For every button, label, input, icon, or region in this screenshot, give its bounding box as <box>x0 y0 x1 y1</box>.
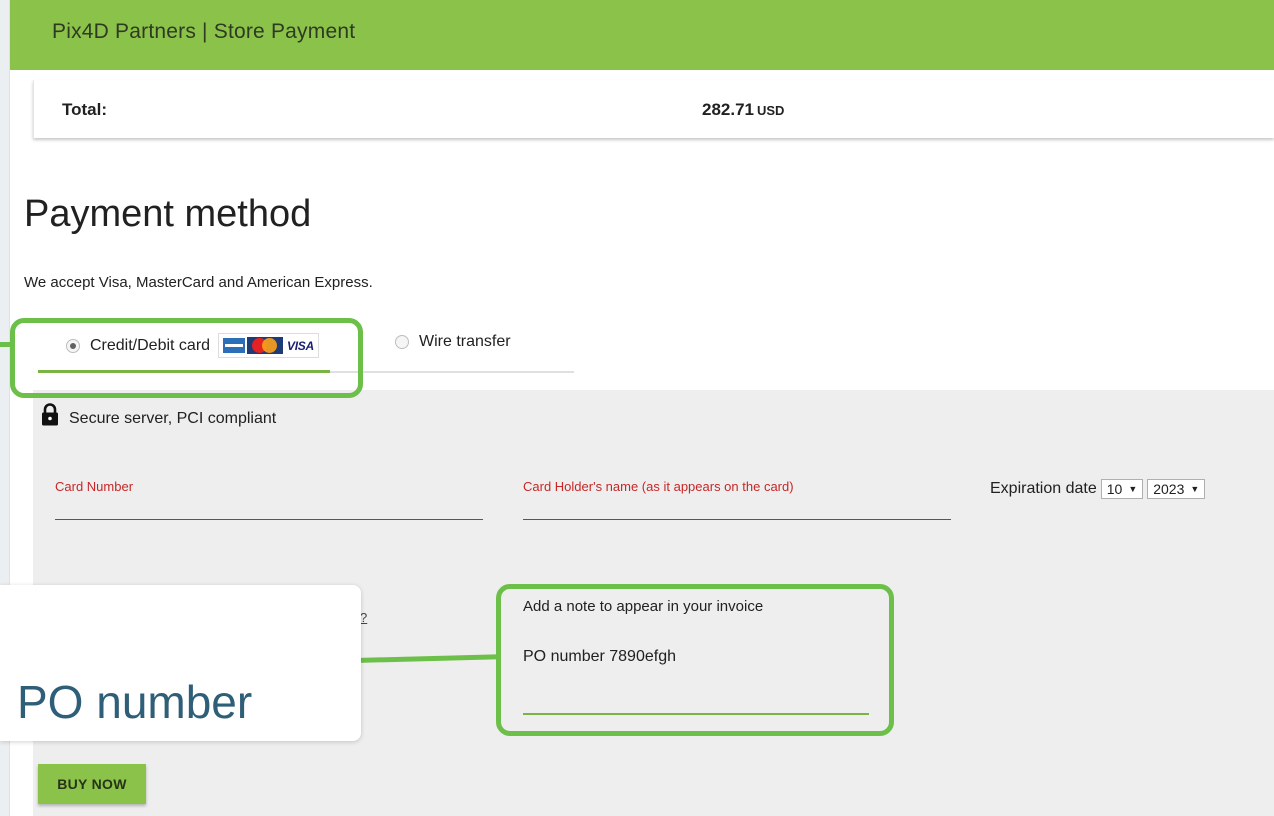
tab-active-indicator <box>38 370 330 373</box>
mastercard-logo-icon <box>247 337 284 354</box>
total-currency: USD <box>757 103 785 118</box>
expiration-month-value: 10 <box>1106 481 1123 497</box>
expiration-month-select[interactable]: 10 ▼ <box>1100 479 1144 499</box>
total-value: 282.71 <box>702 100 754 119</box>
tab-credit-debit-card[interactable]: Credit/Debit card VISA <box>66 333 319 358</box>
card-holder-input[interactable] <box>523 519 951 520</box>
dropdown-arrow-icon: ▼ <box>1190 484 1200 494</box>
total-label: Total: <box>62 100 108 119</box>
tab-credit-debit-card-label: Credit/Debit card <box>90 336 211 354</box>
card-number-label: Card Number <box>55 479 134 494</box>
invoice-note-label: Add a note to appear in your invoice <box>523 598 764 615</box>
card-number-input[interactable] <box>55 519 483 520</box>
card-logos: VISA <box>218 333 319 358</box>
credit-card-radio[interactable] <box>66 338 80 353</box>
expiration-year-select[interactable]: 2023 ▼ <box>1147 479 1206 499</box>
invoice-note-input[interactable]: PO number 7890efgh <box>523 648 676 666</box>
expiration-date: Expiration date 10 ▼ 2023 ▼ <box>990 479 1206 499</box>
page-title: Pix4D Partners | Store Payment <box>52 20 356 43</box>
tab-wire-transfer-label: Wire transfer <box>419 333 511 350</box>
amex-logo-icon <box>223 338 246 353</box>
invoice-note-underline <box>523 713 869 715</box>
payment-method-heading: Payment method <box>24 193 312 235</box>
po-number-callout: PO number <box>0 585 361 741</box>
page-header: Pix4D Partners | Store Payment <box>10 0 1274 70</box>
cvv-help-link[interactable]: ? <box>360 610 367 625</box>
wire-transfer-radio[interactable] <box>395 335 409 349</box>
payment-tabs: Credit/Debit card VISA Wire transfer <box>38 320 574 374</box>
secure-server-text: Secure server, PCI compliant <box>69 410 277 427</box>
visa-logo: VISA <box>287 338 314 353</box>
lock-icon <box>42 403 58 426</box>
tab-wire-transfer[interactable]: Wire transfer <box>395 333 511 351</box>
expiration-year-value: 2023 <box>1153 481 1185 497</box>
order-total-card: Total: 282.71 USD <box>33 80 1274 138</box>
dropdown-arrow-icon: ▼ <box>1128 484 1138 494</box>
tab-highlight-connector <box>0 342 14 347</box>
total-amount: 282.71 USD <box>702 100 784 120</box>
secure-server-notice: Secure server, PCI compliant <box>41 403 277 428</box>
accepted-cards-text: We accept Visa, MasterCard and American … <box>24 274 373 291</box>
buy-now-button[interactable]: BUY NOW <box>38 764 146 804</box>
card-holder-label: Card Holder's name (as it appears on the… <box>523 479 794 494</box>
callout-text: PO number <box>17 676 253 728</box>
expiration-label: Expiration date <box>990 480 1097 497</box>
